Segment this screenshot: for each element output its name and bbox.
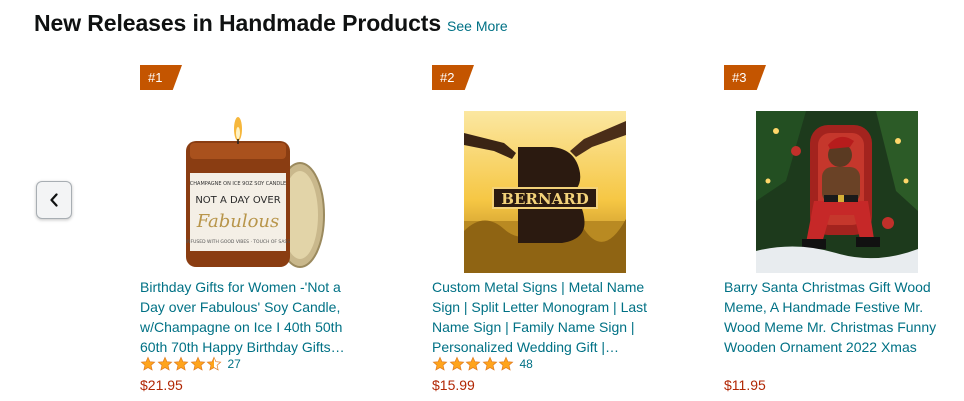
rank-badge: #3 [724, 65, 766, 90]
product-card: #1 CHAMPAGNE ON ICE 9OZ SOY CANDLE NOT A… [140, 65, 365, 393]
star-full-icon [449, 356, 464, 371]
carousel-header: New Releases in Handmade Products See Mo… [34, 10, 508, 37]
rating-row: 48 [432, 356, 533, 372]
star-full-icon [482, 356, 497, 371]
star-rating[interactable] [140, 356, 223, 372]
carousel-title: New Releases in Handmade Products [34, 10, 442, 36]
svg-text:INFUSED WITH GOOD VIBES · TOUC: INFUSED WITH GOOD VIBES · TOUCH OF SASS [186, 239, 290, 245]
svg-text:CHAMPAGNE ON ICE 9OZ SOY CAND: CHAMPAGNE ON ICE 9OZ SOY CANDLE [190, 181, 286, 187]
review-count[interactable]: 27 [228, 357, 241, 371]
product-card: #3 Barry Santa Christmas Gift Wood Meme,… [724, 65, 949, 393]
product-image[interactable]: BERNARD [464, 111, 626, 273]
rank-badge: #1 [140, 65, 182, 90]
chevron-left-icon [50, 193, 58, 207]
product-title[interactable]: Custom Metal Signs | Metal Name Sign | S… [432, 277, 657, 357]
product-image[interactable] [756, 111, 918, 273]
carousel-prev-button[interactable] [36, 181, 72, 219]
product-card: #2 BERNARD Custom Metal Signs | Metal Na… [432, 65, 657, 393]
star-full-icon [498, 356, 514, 371]
svg-text:NOT A DAY OVER: NOT A DAY OVER [195, 195, 280, 206]
product-title[interactable]: Barry Santa Christmas Gift Wood Meme, A … [724, 277, 949, 357]
review-count[interactable]: 48 [520, 357, 533, 371]
product-price: $21.95 [140, 377, 183, 393]
star-half-icon [206, 356, 222, 371]
star-rating[interactable] [432, 356, 515, 372]
star-full-icon [432, 356, 448, 371]
star-full-icon [157, 356, 172, 371]
star-full-icon [190, 356, 205, 371]
star-full-icon [173, 356, 189, 371]
product-price: $15.99 [432, 377, 475, 393]
star-full-icon [140, 356, 156, 371]
svg-text:Fabulous: Fabulous [196, 211, 280, 232]
product-image[interactable]: CHAMPAGNE ON ICE 9OZ SOY CANDLE NOT A DA… [172, 111, 334, 273]
svg-text:BERNARD: BERNARD [501, 190, 588, 208]
rating-row: 27 [140, 356, 241, 372]
see-more-link[interactable]: See More [447, 18, 508, 34]
product-price: $11.95 [724, 377, 766, 393]
rank-badge: #2 [432, 65, 474, 90]
product-title[interactable]: Birthday Gifts for Women -'Not a Day ove… [140, 277, 365, 357]
star-full-icon [465, 356, 481, 371]
